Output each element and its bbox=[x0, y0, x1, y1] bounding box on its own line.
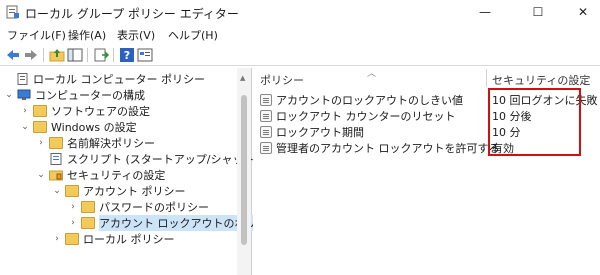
policy-row[interactable]: ロックアウト カウンターのリセット bbox=[260, 108, 456, 124]
export-list-icon[interactable] bbox=[93, 47, 109, 63]
menu-file[interactable]: ファイル(F) bbox=[7, 27, 66, 43]
tree-item-label: Windows の設定 bbox=[51, 121, 137, 134]
folder-icon bbox=[33, 105, 47, 117]
policy-name: ロックアウト カウンターのリセット bbox=[276, 110, 456, 123]
toolbar-separator bbox=[113, 48, 114, 62]
chevron-right-icon[interactable]: › bbox=[19, 106, 31, 116]
help-icon[interactable]: ? bbox=[119, 47, 135, 63]
tree-item-label: 名前解決ポリシー bbox=[67, 137, 155, 150]
tree-item-software-settings[interactable]: › ソフトウェアの設定 bbox=[19, 103, 150, 119]
folder-icon bbox=[81, 201, 95, 213]
tree-item-label: ローカル ポリシー bbox=[83, 233, 175, 246]
computer-icon bbox=[17, 89, 31, 100]
tree-item-label: ソフトウェアの設定 bbox=[51, 105, 150, 118]
folder-icon bbox=[65, 185, 79, 197]
tree-scrollbar-thumb[interactable] bbox=[241, 95, 247, 245]
tree-item-label: ローカル コンピューター ポリシー bbox=[33, 73, 205, 86]
column-header-policy[interactable]: ポリシー bbox=[260, 72, 304, 88]
chevron-right-icon[interactable]: › bbox=[51, 234, 63, 244]
policy-setting-icon bbox=[260, 142, 272, 154]
script-icon bbox=[50, 153, 62, 165]
column-header-security-setting[interactable]: セキュリティの設定 bbox=[492, 72, 590, 88]
policy-setting-icon bbox=[260, 126, 272, 138]
chevron-right-icon[interactable]: › bbox=[35, 138, 47, 148]
tree-item-label: アカウント ポリシー bbox=[83, 185, 186, 198]
forward-arrow-icon[interactable] bbox=[23, 47, 39, 63]
tree-item-windows-settings[interactable]: ⌄ Windows の設定 bbox=[19, 119, 137, 135]
tree-item-label: アカウント ロックアウトのポリシー bbox=[99, 215, 279, 231]
folder-icon bbox=[33, 121, 47, 133]
chevron-right-icon[interactable]: › bbox=[67, 218, 79, 228]
chevron-right-icon[interactable]: › bbox=[67, 202, 79, 212]
menu-help[interactable]: ヘルプ(H) bbox=[168, 27, 218, 43]
security-folder-icon bbox=[49, 170, 63, 181]
policy-row[interactable]: 管理者のアカウント ロックアウトを許可する bbox=[260, 140, 500, 156]
tree-item-computer-config[interactable]: ⌄ コンピューターの構成 bbox=[3, 87, 145, 103]
tree-item-name-resolution-policy[interactable]: › 名前解決ポリシー bbox=[35, 135, 155, 151]
scroll-up-icon[interactable]: ▲ bbox=[240, 74, 245, 82]
group-policy-app-icon bbox=[6, 5, 19, 19]
tree-item-label: パスワードのポリシー bbox=[99, 201, 209, 214]
tree-item-security-settings[interactable]: ⌄ セキュリティの設定 bbox=[35, 167, 165, 183]
highlight-annotation-box bbox=[488, 88, 581, 156]
policy-setting-icon bbox=[260, 110, 272, 122]
maximize-button[interactable]: ☐ bbox=[515, 0, 561, 24]
toolbar-separator bbox=[87, 48, 88, 62]
window-title: ローカル グループ ポリシー エディター bbox=[25, 7, 239, 21]
close-button[interactable]: ✕ bbox=[560, 0, 600, 24]
show-hide-tree-icon[interactable] bbox=[67, 47, 83, 63]
menu-bar: ファイル(F) 操作(A) 表示(V) ヘルプ(H) bbox=[0, 24, 600, 44]
toolbar-separator bbox=[43, 48, 44, 62]
chevron-down-icon[interactable]: ⌄ bbox=[35, 170, 47, 180]
tree-item-local-policies[interactable]: › ローカル ポリシー bbox=[51, 231, 175, 247]
policy-name: アカウントのロックアウトのしきい値 bbox=[276, 94, 463, 107]
folder-icon bbox=[49, 137, 63, 149]
tree-item-password-policy[interactable]: › パスワードのポリシー bbox=[67, 199, 209, 215]
chevron-down-icon[interactable]: ⌄ bbox=[19, 122, 31, 132]
minimize-button[interactable]: — bbox=[462, 0, 508, 24]
up-folder-icon[interactable] bbox=[49, 47, 65, 63]
tree-item-label: セキュリティの設定 bbox=[67, 169, 166, 182]
sort-indicator-icon: ︿ bbox=[367, 69, 377, 79]
svg-text:?: ? bbox=[124, 49, 130, 62]
policy-row[interactable]: ロックアウト期間 bbox=[260, 124, 364, 140]
policy-name: 管理者のアカウント ロックアウトを許可する bbox=[276, 142, 500, 155]
folder-icon bbox=[81, 217, 95, 229]
title-bar: ローカル グループ ポリシー エディター — ☐ ✕ bbox=[0, 0, 600, 24]
policy-setting-icon bbox=[260, 94, 272, 106]
tree-item-account-policies[interactable]: ⌄ アカウント ポリシー bbox=[51, 183, 186, 199]
tree-item-local-computer-policy[interactable]: ローカル コンピューター ポリシー bbox=[3, 71, 205, 87]
back-arrow-icon[interactable] bbox=[5, 47, 21, 63]
menu-view[interactable]: 表示(V) bbox=[117, 27, 155, 43]
policy-name: ロックアウト期間 bbox=[276, 126, 364, 139]
chevron-down-icon[interactable]: ⌄ bbox=[51, 186, 63, 196]
chevron-down-icon[interactable]: ⌄ bbox=[3, 90, 15, 100]
tree-item-label: コンピューターの構成 bbox=[35, 89, 145, 102]
column-divider[interactable] bbox=[486, 69, 487, 87]
policy-doc-icon bbox=[17, 73, 28, 85]
toolbar: ? bbox=[0, 44, 600, 66]
properties-icon[interactable] bbox=[137, 47, 153, 63]
policy-row[interactable]: アカウントのロックアウトのしきい値 bbox=[260, 92, 463, 108]
folder-icon bbox=[65, 233, 79, 245]
menu-action[interactable]: 操作(A) bbox=[68, 27, 106, 43]
